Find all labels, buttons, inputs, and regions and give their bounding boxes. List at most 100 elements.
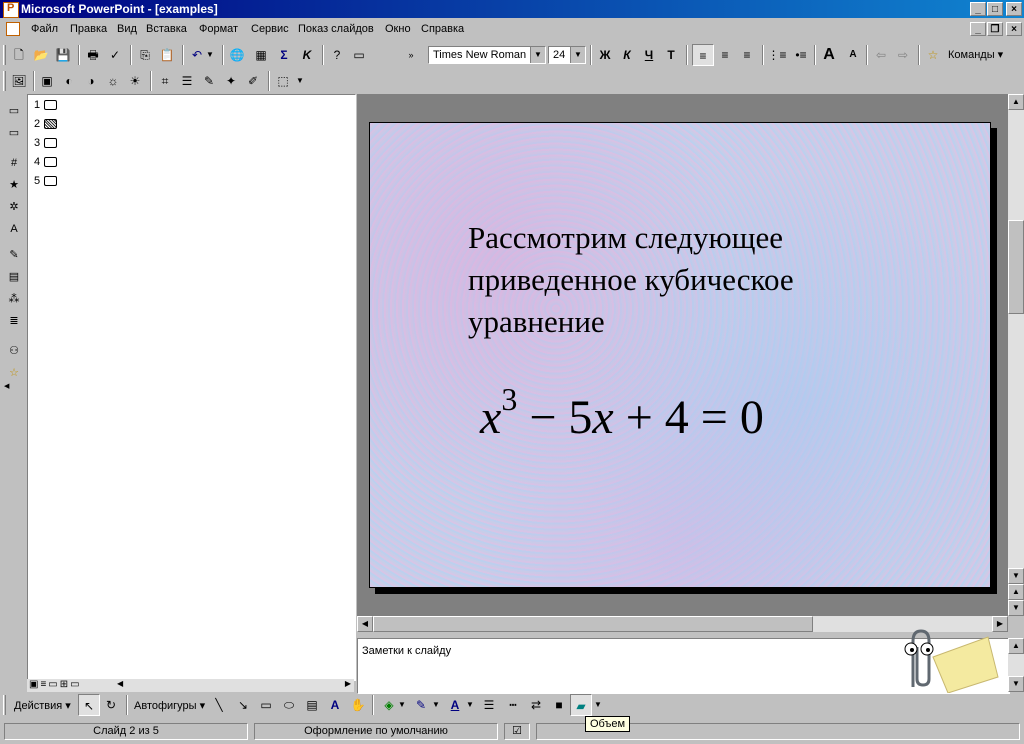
chevron-down-icon[interactable]: ▼ [464, 694, 476, 716]
chevron-down-icon[interactable]: ▼ [430, 694, 442, 716]
italic-button[interactable]: К [616, 44, 638, 66]
format-picture-icon[interactable]: ✦ [220, 70, 242, 92]
toolbar-grip[interactable] [3, 71, 6, 91]
font-name-combo[interactable]: Times New Roman ▼ [428, 46, 546, 64]
scroll-right-icon[interactable]: ▶ [345, 679, 351, 688]
chevron-down-icon[interactable]: ▼ [592, 694, 604, 716]
menu-tools[interactable]: Сервис [251, 23, 289, 35]
prev-slide-icon[interactable]: ▲ [1008, 584, 1024, 600]
text-format-icon[interactable]: # [4, 154, 24, 172]
print-icon[interactable]: 🖶 [82, 44, 104, 66]
crop-icon[interactable]: ⌗ [154, 70, 176, 92]
help-icon[interactable]: ? [326, 44, 348, 66]
less-brightness-icon[interactable]: ☀ [124, 70, 146, 92]
scroll-up-icon[interactable]: ▲ [1008, 94, 1024, 110]
textbox-icon[interactable]: ▤ [301, 694, 323, 716]
italic-k-icon[interactable]: K [296, 44, 318, 66]
actions-menu[interactable]: Действия ▾ [14, 699, 71, 712]
doc-close-button[interactable]: × [1006, 22, 1022, 36]
chevron-down-icon[interactable]: ▼ [570, 47, 585, 63]
hyperlink-icon[interactable]: 🌐 [226, 44, 248, 66]
slide-vscroll[interactable]: ▲ ▼ ▲ ▼ [1008, 94, 1024, 616]
animation-star-icon[interactable]: ☆ [922, 44, 944, 66]
arrow-icon[interactable]: ↘ [232, 694, 254, 716]
save-icon[interactable]: 💾 [52, 44, 74, 66]
line-color-icon[interactable]: ✎ [410, 694, 432, 716]
reset-picture-icon[interactable]: ⬚ [272, 70, 294, 92]
commands-button[interactable]: Команды ▾ [948, 48, 1003, 61]
slide-body-text[interactable]: Рассмотрим следующее приведенное кубичес… [468, 217, 928, 343]
bold-button[interactable]: Ж [594, 44, 616, 66]
spell-icon[interactable]: ≣ [4, 312, 24, 330]
rectangle-icon[interactable]: ▭ [255, 694, 277, 716]
notes-pane[interactable]: Заметки к слайду [357, 629, 1010, 694]
table-icon[interactable]: ▦ [250, 44, 272, 66]
star-outline-icon[interactable]: ☆ [4, 364, 24, 382]
menu-insert[interactable]: Вставка [146, 23, 187, 35]
view-icon[interactable]: ▭ [4, 124, 24, 142]
outline-slide-item[interactable]: 4 [34, 156, 58, 168]
notes-vscroll[interactable]: ▲ ▼ [1008, 638, 1024, 692]
spelling-icon[interactable]: ✓ [104, 44, 126, 66]
font-size-combo[interactable]: 24 ▼ [548, 46, 586, 64]
shadow-button[interactable]: Т [660, 44, 682, 66]
grid-icon[interactable]: ⁂ [4, 290, 24, 308]
undo-dropdown-icon[interactable]: ▼ [204, 44, 216, 66]
copy-icon[interactable]: ⎘ [134, 44, 156, 66]
view-buttons[interactable]: ▣≡▭⊞▭ [29, 679, 82, 690]
scroll-thumb[interactable] [373, 616, 813, 632]
menu-file[interactable]: Файл [31, 23, 58, 35]
dash-style-icon[interactable]: ┅ [502, 694, 524, 716]
text-effect-icon[interactable]: A [4, 220, 24, 238]
outline-slide-item[interactable]: 2 [34, 118, 58, 130]
oval-icon[interactable]: ⬭ [278, 694, 300, 716]
image-control-icon[interactable]: ▣ [36, 70, 58, 92]
slide-canvas[interactable]: Рассмотрим следующее приведенное кубичес… [369, 122, 991, 588]
new-icon[interactable]: 🗋 [8, 44, 30, 66]
sparkle-icon[interactable]: ✲ [4, 198, 24, 216]
wordart-icon[interactable]: A [324, 694, 346, 716]
font-color-icon[interactable]: A [444, 694, 466, 716]
promote-icon[interactable]: ⇦ [870, 44, 892, 66]
outline-slide-item[interactable]: 3 [34, 137, 58, 149]
scroll-down-icon[interactable]: ▼ [1008, 568, 1024, 584]
recolor-icon[interactable]: ✎ [198, 70, 220, 92]
spelling-status-icon[interactable]: ☑ [504, 723, 530, 740]
doc-restore-button[interactable]: ❐ [987, 22, 1003, 36]
menu-format[interactable]: Формат [199, 23, 238, 35]
line-style-icon[interactable]: ☰ [176, 70, 198, 92]
decrease-font-icon[interactable]: A [842, 44, 864, 66]
more-brightness-icon[interactable]: ☼ [102, 70, 124, 92]
view-icon[interactable]: ▭ [4, 102, 24, 120]
free-rotate-icon[interactable]: ↻ [100, 694, 122, 716]
paste-icon[interactable]: 📋 [156, 44, 178, 66]
scroll-down-icon[interactable]: ▼ [1008, 676, 1024, 692]
underline-button[interactable]: Ч [638, 44, 660, 66]
line-icon[interactable]: ╲ [208, 694, 230, 716]
select-arrow-icon[interactable]: ↖ [78, 694, 100, 716]
insert-picture-icon[interactable]: 🖼 [8, 70, 30, 92]
next-slide-icon[interactable]: ▼ [1008, 600, 1024, 616]
format-icon[interactable]: ▤ [4, 268, 24, 286]
doc-minimize-button[interactable]: _ [970, 22, 986, 36]
document-icon[interactable] [6, 22, 20, 36]
menu-help[interactable]: Справка [421, 23, 464, 35]
arrow-style-icon[interactable]: ⇄ [525, 694, 547, 716]
menu-window[interactable]: Окно [385, 23, 411, 35]
demote-icon[interactable]: ⇨ [892, 44, 914, 66]
equation-object[interactable]: x3 − 5x + 4 = 0 [480, 381, 764, 445]
align-center-icon[interactable]: ≡ [714, 44, 736, 66]
autosum-icon[interactable]: Σ [273, 44, 295, 66]
close-button[interactable]: × [1006, 2, 1022, 16]
3d-icon[interactable]: ▰ [570, 694, 592, 716]
less-contrast-icon[interactable]: ◑ [80, 70, 102, 92]
chevron-down-icon[interactable]: ▼ [396, 694, 408, 716]
toolbar-grip[interactable] [3, 695, 6, 715]
office-assistant-paperclip-icon[interactable] [893, 627, 1003, 693]
align-left-icon[interactable]: ≡ [692, 44, 714, 66]
toolbar-grip[interactable] [3, 45, 6, 65]
scroll-left-icon[interactable]: ◀ [4, 382, 9, 390]
outline-pane[interactable]: 1 2 3 4 5 [27, 94, 356, 681]
numbering-icon[interactable]: ⋮≡ [766, 44, 788, 66]
open-icon[interactable]: 📂 [30, 44, 52, 66]
